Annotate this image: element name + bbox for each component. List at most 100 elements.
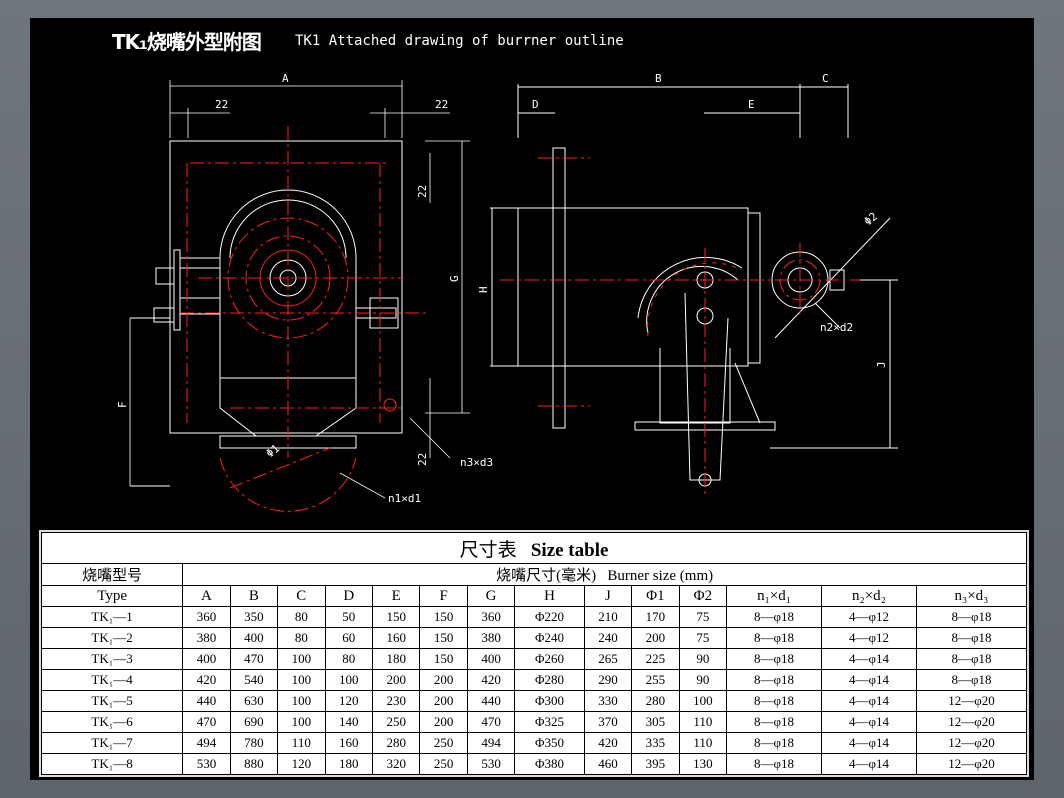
- table-cell: Φ380: [514, 753, 585, 775]
- table-cell: 280: [631, 690, 680, 712]
- table-cell: 12—φ20: [915, 753, 1028, 775]
- phi2-label: Φ2: [862, 210, 881, 228]
- column-header: Φ1: [631, 585, 680, 607]
- column-header: n₁×d₁: [726, 585, 822, 607]
- table-cell: 110: [678, 732, 728, 754]
- n3d3-label: n3×d3: [460, 456, 493, 469]
- dim-a-label: A: [282, 72, 289, 85]
- table-cell: 250: [419, 753, 468, 775]
- table-cell: 530: [466, 753, 516, 775]
- type-cell: TK₁—2: [40, 627, 184, 649]
- table-cell: 180: [371, 648, 421, 670]
- table-cell: 160: [371, 627, 421, 649]
- table-cell: Φ350: [514, 732, 585, 754]
- type-cell: TK₁—1: [40, 606, 184, 628]
- dim-22-left-label: 22: [215, 98, 228, 111]
- table-cell: 440: [182, 690, 231, 712]
- table-cell: 200: [631, 627, 680, 649]
- table-cell: 200: [419, 690, 468, 712]
- table-cell: 180: [324, 753, 373, 775]
- type-cell: TK₁—8: [40, 753, 184, 775]
- table-cell: 90: [678, 648, 728, 670]
- table-cell: 8—φ18: [915, 627, 1028, 649]
- table-cell: 4—φ14: [820, 669, 917, 691]
- dim-c-label: C: [822, 72, 829, 85]
- table-cell: 8—φ18: [726, 732, 822, 754]
- table-cell: 4—φ14: [820, 711, 917, 733]
- table-cell: Φ220: [514, 606, 585, 628]
- table-cell: 440: [466, 690, 516, 712]
- table-cell: 50: [324, 606, 373, 628]
- table-cell: 305: [631, 711, 680, 733]
- table-cell: 460: [583, 753, 633, 775]
- type-cell: TK₁—7: [40, 732, 184, 754]
- table-cell: 100: [277, 690, 326, 712]
- table-cell: 4—φ14: [820, 753, 917, 775]
- table-row: TK₁—4 420 540 100 100 200 200 420 Φ280 290 255 90 8—…: [40, 669, 1028, 691]
- burner-outline-drawing: A 22 22 22 22 G F Φ1 n3×d3 n1×d1 B C D E…: [116, 72, 898, 512]
- table-cell: 280: [371, 732, 421, 754]
- table-cell: 350: [229, 606, 279, 628]
- table-cell: 80: [277, 627, 326, 649]
- table-cell: 8—φ18: [915, 669, 1028, 691]
- table-row: TK₁—3 400 470 100 80 180 150 400 Φ260 265 225 90 8—φ…: [40, 648, 1028, 670]
- table-cell: 420: [182, 669, 231, 691]
- size-table-caption-en: Size table: [530, 539, 609, 561]
- table-cell: 8—φ18: [726, 753, 822, 775]
- table-cell: 290: [583, 669, 633, 691]
- table-cell: 630: [229, 690, 279, 712]
- column-header: Φ2: [678, 585, 728, 607]
- column-header: G: [466, 585, 516, 607]
- table-row: TK₁—1 360 350 80 50 150 150 360 Φ220 210 170 75 8—φ1…: [40, 606, 1028, 628]
- table-cell: 150: [419, 648, 468, 670]
- type-label-en: Type: [40, 585, 184, 607]
- table-cell: 100: [277, 711, 326, 733]
- table-row: TK₁—6 470 690 100 140 250 200 470 Φ325 370 305 110 8…: [40, 711, 1028, 733]
- column-header: C: [277, 585, 326, 607]
- table-cell: 130: [678, 753, 728, 775]
- table-cell: Φ300: [514, 690, 585, 712]
- type-cell: TK₁—4: [40, 669, 184, 691]
- table-cell: 335: [631, 732, 680, 754]
- table-cell: 210: [583, 606, 633, 628]
- table-cell: 494: [182, 732, 231, 754]
- table-cell: 110: [678, 711, 728, 733]
- table-cell: 265: [583, 648, 633, 670]
- front-view-dimensions: [129, 80, 470, 499]
- table-cell: 200: [371, 669, 421, 691]
- column-header: J: [583, 585, 633, 607]
- table-cell: 470: [466, 711, 516, 733]
- table-cell: 150: [371, 606, 421, 628]
- table-cell: 150: [419, 627, 468, 649]
- table-cell: 8—φ18: [726, 669, 822, 691]
- table-cell: 8—φ18: [726, 627, 822, 649]
- table-cell: 60: [324, 627, 373, 649]
- table-cell: 8—φ18: [915, 648, 1028, 670]
- table-cell: 100: [678, 690, 728, 712]
- table-cell: 120: [277, 753, 326, 775]
- dim-j-label: J: [875, 361, 888, 368]
- column-header-row: Type A B C D E F G H J Φ1 Φ2 n₁×d₁ n₂×d₂ n₃×d₃: [40, 585, 1028, 607]
- table-cell: 160: [324, 732, 373, 754]
- type-cell: TK₁—3: [40, 648, 184, 670]
- dim-22-right-label: 22: [435, 98, 448, 111]
- table-cell: 880: [229, 753, 279, 775]
- table-cell: 400: [466, 648, 516, 670]
- table-cell: 170: [631, 606, 680, 628]
- size-table: 尺寸表 Size table 烧嘴型号 烧嘴尺寸(毫米) Burner size…: [40, 532, 1028, 775]
- table-cell: 420: [583, 732, 633, 754]
- table-cell: 4—φ12: [820, 606, 917, 628]
- table-cell: 360: [182, 606, 231, 628]
- table-cell: 12—φ20: [915, 711, 1028, 733]
- table-cell: 225: [631, 648, 680, 670]
- table-cell: 400: [182, 648, 231, 670]
- table-cell: 8—φ18: [726, 606, 822, 628]
- column-header: E: [371, 585, 421, 607]
- size-table-caption: 尺寸表 Size table: [41, 532, 1027, 564]
- column-header: H: [514, 585, 585, 607]
- side-view-dimension-texts: B C D E H J Φ2 n2×d2: [477, 72, 888, 368]
- table-cell: 470: [229, 648, 279, 670]
- table-cell: Φ260: [514, 648, 585, 670]
- table-cell: 540: [229, 669, 279, 691]
- table-cell: 12—φ20: [915, 732, 1028, 754]
